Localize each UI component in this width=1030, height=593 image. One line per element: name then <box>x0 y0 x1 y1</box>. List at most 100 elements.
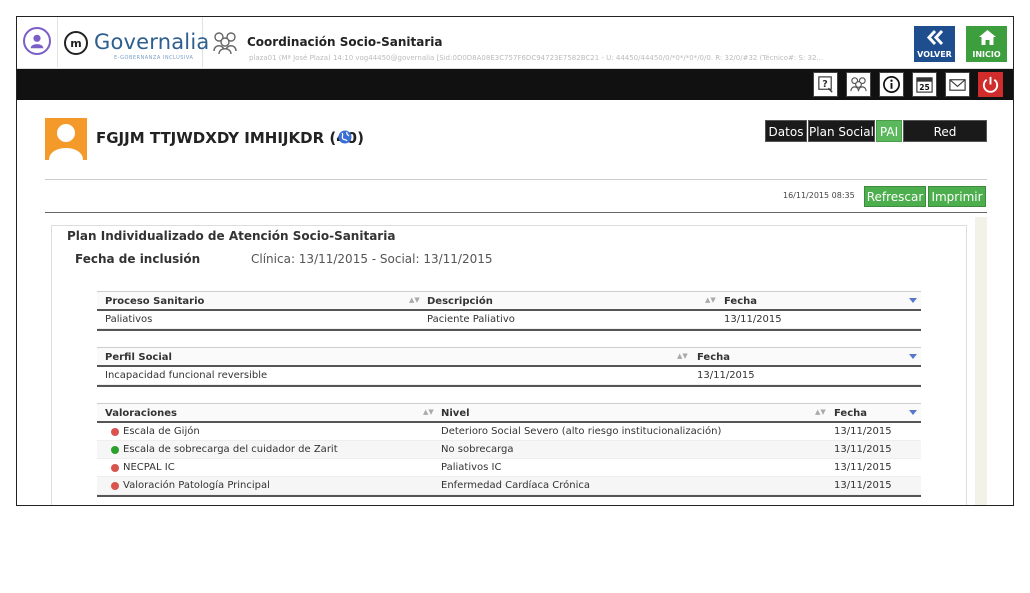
column-header[interactable]: Fecha <box>697 352 730 363</box>
calendar-day: 25 <box>919 83 930 92</box>
patient-name: FGJJM TTJWDXDY IMHIJKDR (40) <box>96 129 364 147</box>
table-row[interactable]: Escala de Gijón Deterioro Social Severo … <box>97 423 921 441</box>
power-icon <box>982 76 999 93</box>
sort-icon[interactable]: ▲▼ <box>423 408 434 416</box>
cell: Enfermedad Cardíaca Crónica <box>441 480 590 491</box>
cell: 13/11/2015 <box>834 462 892 473</box>
grid-bottom-border <box>97 495 921 497</box>
table-row[interactable]: Incapacidad funcional reversible 13/11/2… <box>97 367 921 385</box>
app-header: m Governalia E-GOBERNANZA INCLUSIVA Coor… <box>17 17 1013 69</box>
user-icon[interactable] <box>23 27 51 55</box>
app-window: m Governalia E-GOBERNANZA INCLUSIVA Coor… <box>16 16 1014 506</box>
logo-subtitle: E-GOBERNANZA INCLUSIVA <box>114 55 194 61</box>
cell: Escala de sobrecarga del cuidador de Zar… <box>123 444 338 455</box>
double-chevron-left-icon <box>926 29 944 46</box>
status-dot <box>111 482 119 490</box>
cell: Valoración Patología Principal <box>123 480 270 491</box>
info-icon <box>883 76 900 93</box>
globe-icon[interactable] <box>338 130 352 144</box>
sort-icon[interactable]: ▲▼ <box>705 296 716 304</box>
column-menu-icon[interactable] <box>909 410 917 415</box>
help-icon: ? <box>818 76 833 93</box>
volver-button[interactable]: VOLVER <box>913 25 956 63</box>
cell: 13/11/2015 <box>834 444 892 455</box>
grid-header: Proceso Sanitario ▲▼ Descripción ▲▼ Fech… <box>97 291 921 311</box>
cell: 13/11/2015 <box>724 314 782 325</box>
divider <box>45 212 987 213</box>
tab-red-cuidados[interactable]: Red Cuidados <box>903 120 987 161</box>
logo-mark-icon: m <box>64 31 88 55</box>
calendar-icon: 25 <box>916 77 933 93</box>
inicio-button[interactable]: INICIO <box>965 25 1008 63</box>
patient-avatar <box>45 118 87 160</box>
calendar-button[interactable]: 25 <box>912 72 937 97</box>
grid-bottom-border <box>97 385 921 387</box>
table-row[interactable]: Paliativos Paciente Paliativo 13/11/2015 <box>97 311 921 329</box>
top-toolbar: ? 25 <box>17 69 1013 100</box>
grid-bottom-border <box>97 329 921 331</box>
mail-icon <box>949 79 966 91</box>
table-row[interactable]: Valoración Patología Principal Enfermeda… <box>97 477 921 495</box>
column-header[interactable]: Fecha <box>724 296 757 307</box>
cell: Deterioro Social Severo (alto riesgo ins… <box>441 426 722 437</box>
cell: Paliativos IC <box>441 462 502 473</box>
sort-icon[interactable]: ▲▼ <box>815 408 826 416</box>
scrollbar[interactable] <box>975 217 987 505</box>
svg-text:?: ? <box>822 79 828 90</box>
logout-button[interactable] <box>978 72 1003 97</box>
column-header[interactable]: Valoraciones <box>105 408 177 419</box>
cell: Paciente Paliativo <box>427 314 515 325</box>
column-menu-icon[interactable] <box>909 354 917 359</box>
logo-text: Governalia <box>94 30 210 54</box>
user-silhouette-icon <box>30 34 44 49</box>
volver-label: VOLVER <box>917 50 952 59</box>
cell: 13/11/2015 <box>834 426 892 437</box>
people-group-icon <box>213 32 237 55</box>
fecha-inclusion-value: Clínica: 13/11/2015 - Social: 13/11/2015 <box>251 252 493 266</box>
cell: NECPAL IC <box>123 462 175 473</box>
cell: Paliativos <box>105 314 153 325</box>
column-menu-icon[interactable] <box>909 298 917 303</box>
column-header[interactable]: Descripción <box>427 296 493 307</box>
session-info: plaza01 (Mª José Plaza) 14:10 vog44450@g… <box>249 54 824 62</box>
cell: No sobrecarga <box>441 444 514 455</box>
tab-plan-social[interactable]: Plan Social <box>808 120 875 142</box>
inicio-label: INICIO <box>972 50 1001 59</box>
status-dot <box>111 446 119 454</box>
imprimir-button[interactable]: Imprimir <box>928 186 986 207</box>
mail-button[interactable] <box>945 72 970 97</box>
cell: 13/11/2015 <box>834 480 892 491</box>
status-dot <box>111 428 119 436</box>
cell: Escala de Gijón <box>123 426 200 437</box>
app-title: Coordinación Socio-Sanitaria <box>247 35 443 49</box>
perfil-social-grid: Perfil Social ▲▼ Fecha Incapacidad funci… <box>97 347 921 387</box>
grid-header: Valoraciones ▲▼ Nivel ▲▼ Fecha <box>97 403 921 423</box>
group-icon <box>850 77 867 92</box>
home-icon <box>979 30 996 45</box>
sort-icon[interactable]: ▲▼ <box>677 352 688 360</box>
sort-icon[interactable]: ▲▼ <box>409 296 420 304</box>
cell: Incapacidad funcional reversible <box>105 370 268 381</box>
group-button[interactable] <box>846 72 871 97</box>
refrescar-button[interactable]: Refrescar <box>864 186 926 207</box>
timestamp: 16/11/2015 08:35 <box>783 191 855 200</box>
column-header[interactable]: Perfil Social <box>105 352 172 363</box>
table-row[interactable]: Escala de sobrecarga del cuidador de Zar… <box>97 441 921 459</box>
column-header[interactable]: Nivel <box>441 408 470 419</box>
divider <box>45 179 987 180</box>
cell: 13/11/2015 <box>697 370 755 381</box>
status-dot <box>111 464 119 472</box>
fecha-inclusion-label: Fecha de inclusión <box>75 252 201 266</box>
column-header[interactable]: Proceso Sanitario <box>105 296 204 307</box>
valoraciones-grid: Valoraciones ▲▼ Nivel ▲▼ Fecha Escala de… <box>97 403 921 497</box>
info-button[interactable] <box>879 72 904 97</box>
table-row[interactable]: NECPAL IC Paliativos IC 13/11/2015 <box>97 459 921 477</box>
proceso-sanitario-grid: Proceso Sanitario ▲▼ Descripción ▲▼ Fech… <box>97 291 921 331</box>
help-button[interactable]: ? <box>813 72 838 97</box>
pai-title: Plan Individualizado de Atención Socio-S… <box>67 229 396 243</box>
tab-datos[interactable]: Datos <box>765 120 807 142</box>
grid-header: Perfil Social ▲▼ Fecha <box>97 347 921 367</box>
governalia-logo[interactable]: m Governalia E-GOBERNANZA INCLUSIVA <box>57 17 209 67</box>
column-header[interactable]: Fecha <box>834 408 867 419</box>
tab-pai[interactable]: PAI <box>876 120 902 142</box>
